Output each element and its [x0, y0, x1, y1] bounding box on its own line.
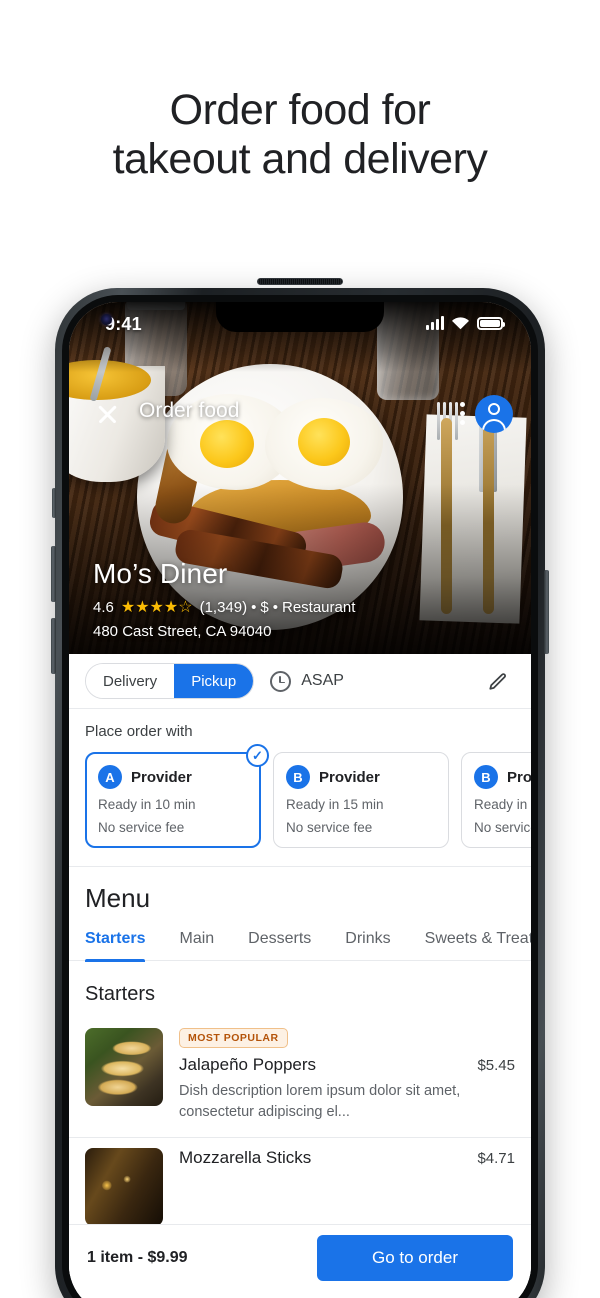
- provider-ready-time: Ready in 15: [474, 797, 531, 812]
- provider-card-b[interactable]: B Provider Ready in 15 min No service fe…: [273, 752, 449, 848]
- provider-header: B Provider: [286, 765, 436, 789]
- cart-summary: 1 item - $9.99: [87, 1248, 188, 1266]
- close-icon[interactable]: [93, 400, 121, 428]
- provider-header: B Provid: [474, 765, 531, 789]
- tab-sweets-and-treats[interactable]: Sweets & Treats: [425, 930, 531, 960]
- star-rating-icon: ★★★★☆: [120, 599, 193, 616]
- go-to-order-button[interactable]: Go to order: [317, 1234, 513, 1281]
- jalapeno-poppers-thumbnail: [85, 1028, 163, 1106]
- meta-separator-2: •: [272, 598, 278, 616]
- account-avatar-icon[interactable]: [475, 395, 513, 433]
- app-bar-title: Order food: [139, 399, 240, 422]
- app-bar: Order food: [69, 392, 531, 438]
- provider-service-fee: No service fee: [98, 820, 185, 835]
- restaurant-hero-photo: Mo’s Diner 4.6 ★★★★☆ (1,349) • $ • Resta…: [69, 302, 531, 654]
- thumbnail-image: [85, 1028, 163, 1106]
- provider-ready-time: Ready in 15 min: [286, 797, 384, 812]
- cart-bottom-bar: 1 item - $9.99 Go to order: [69, 1224, 531, 1298]
- page-title-line-1: Order food for: [169, 86, 431, 134]
- tab-starters[interactable]: Starters: [85, 930, 146, 962]
- provider-badge: B: [474, 765, 498, 789]
- phone-volume-up-button[interactable]: [51, 546, 56, 602]
- review-count: (1,349): [199, 598, 248, 616]
- menu-item-title-row: Mozzarella Sticks $4.71: [179, 1148, 515, 1168]
- status-bar: 9:41: [69, 302, 531, 348]
- restaurant-address: 480 Cast Street, CA 94040: [93, 623, 272, 640]
- page-title: Order food for takeout and delivery: [0, 86, 600, 184]
- provider-card-a[interactable]: ✓ A Provider Ready in 10 min No service …: [85, 744, 269, 848]
- delivery-pickup-toggle[interactable]: Delivery Pickup: [85, 663, 255, 699]
- phone-power-button[interactable]: [544, 570, 549, 654]
- tab-main[interactable]: Main: [179, 930, 214, 960]
- wifi-icon: [452, 317, 469, 330]
- thumbnail-image: [85, 1148, 163, 1226]
- restaurant-rating-row: 4.6 ★★★★☆ (1,349) • $ • Restaurant: [93, 597, 355, 617]
- price-level: $: [260, 598, 269, 616]
- page-root: Order food for takeout and delivery Mo’s…: [0, 0, 600, 1298]
- earpiece-speaker: [257, 278, 343, 285]
- most-popular-badge: MOST POPULAR: [179, 1028, 288, 1048]
- menu-item-description: Dish description lorem ipsum dolor sit a…: [179, 1083, 461, 1120]
- delivery-tab[interactable]: Delivery: [86, 664, 175, 698]
- menu-item-price: $4.71: [477, 1150, 515, 1167]
- phone-screen: Mo’s Diner 4.6 ★★★★☆ (1,349) • $ • Resta…: [69, 302, 531, 1298]
- more-vertical-icon[interactable]: [460, 402, 465, 426]
- provider-service-fee: No service fee: [286, 820, 373, 835]
- restaurant-category: Restaurant: [281, 598, 356, 616]
- page-title-line-2: takeout and delivery: [112, 135, 488, 183]
- menu-category-tabs[interactable]: Starters Main Desserts Drinks Sweets & T…: [69, 930, 531, 962]
- rating-value: 4.6: [93, 598, 114, 616]
- menu-item-price: $5.45: [477, 1057, 515, 1074]
- provider-carousel[interactable]: ✓ A Provider Ready in 10 min No service …: [69, 740, 531, 866]
- place-order-with-section: Place order with: [69, 709, 531, 740]
- provider-service-fee: No service f: [474, 820, 531, 835]
- status-bar-indicators: [426, 316, 505, 330]
- phone-volume-down-button[interactable]: [51, 618, 56, 674]
- restaurant-info-overlay: Mo’s Diner 4.6 ★★★★☆ (1,349) • $ • Resta…: [93, 558, 355, 640]
- fulfillment-mode-row: Delivery Pickup ASAP: [69, 654, 531, 709]
- provider-ready-time: Ready in 10 min: [98, 797, 196, 812]
- tab-drinks[interactable]: Drinks: [345, 930, 390, 960]
- provider-name: Provider: [319, 768, 380, 786]
- front-camera-icon: [101, 314, 112, 325]
- category-heading: Starters: [85, 983, 156, 1005]
- provider-card-c[interactable]: B Provid Ready in 15 No service f: [461, 752, 531, 848]
- provider-header: A Provider: [98, 765, 248, 789]
- provider-name: Provider: [131, 768, 192, 786]
- pickup-tab[interactable]: Pickup: [174, 664, 254, 698]
- menu-section: Menu Starters Main Desserts Drinks Sweet…: [69, 866, 531, 1241]
- tab-desserts[interactable]: Desserts: [248, 930, 311, 960]
- meta-separator-1: •: [251, 598, 257, 616]
- menu-item-row[interactable]: MOST POPULAR Jalapeño Poppers $5.45 Dish…: [69, 1018, 531, 1138]
- menu-item-body: Mozzarella Sticks $4.71: [179, 1148, 515, 1226]
- battery-full-icon: [477, 317, 505, 330]
- provider-badge: B: [286, 765, 310, 789]
- place-order-with-label: Place order with: [85, 723, 193, 740]
- order-time-label: ASAP: [301, 672, 344, 689]
- mozzarella-sticks-thumbnail: [85, 1148, 163, 1226]
- avatar-body: [482, 419, 506, 433]
- restaurant-name: Mo’s Diner: [93, 558, 228, 589]
- menu-item-title-row: Jalapeño Poppers $5.45: [179, 1055, 515, 1075]
- clock-icon: [270, 670, 292, 692]
- order-sheet: Delivery Pickup ASAP Place order with ✓ …: [69, 654, 531, 1298]
- menu-item-body: MOST POPULAR Jalapeño Poppers $5.45 Dish…: [179, 1028, 515, 1123]
- cellular-signal-icon: [426, 316, 444, 330]
- avatar-head: [488, 403, 500, 415]
- phone-mute-switch[interactable]: [52, 488, 56, 518]
- menu-item-name: Jalapeño Poppers: [179, 1055, 317, 1074]
- phone-mockup: Mo’s Diner 4.6 ★★★★☆ (1,349) • $ • Resta…: [51, 278, 549, 1298]
- provider-badge: A: [98, 765, 122, 789]
- menu-heading: Menu: [85, 883, 151, 913]
- pencil-edit-icon[interactable]: [487, 671, 509, 693]
- menu-item-name: Mozzarella Sticks: [179, 1148, 312, 1167]
- selected-check-icon: ✓: [246, 744, 269, 767]
- provider-name: Provid: [507, 768, 531, 786]
